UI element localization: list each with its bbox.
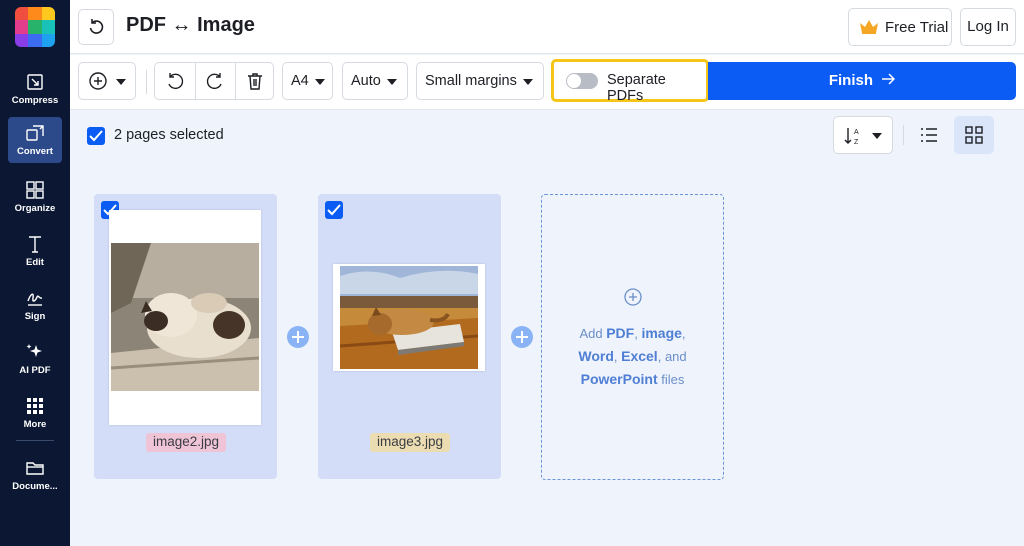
separate-pdfs-toggle[interactable] <box>566 73 598 89</box>
add-file-dropdown[interactable] <box>78 62 136 100</box>
sidebar-item-documents[interactable]: Docume... <box>8 452 62 498</box>
sidebar-item-label: Sign <box>24 311 46 322</box>
free-trial-label: Free Trial <box>885 19 949 36</box>
finish-label: Finish <box>828 72 873 89</box>
chevron-down-icon <box>523 79 533 85</box>
folder-icon <box>26 462 44 475</box>
sidebar-item-organize[interactable]: Organize <box>8 174 62 220</box>
sidebar: Compress Convert Organize Edit Sign AI P… <box>0 0 70 546</box>
sidebar-item-label: AI PDF <box>19 365 51 376</box>
edit-icon <box>29 236 41 253</box>
svg-text:A: A <box>854 129 859 136</box>
undo-icon <box>89 19 104 34</box>
rotate-delete-group <box>154 62 274 100</box>
undo-button[interactable] <box>78 9 114 45</box>
file-checkbox[interactable] <box>325 201 343 219</box>
header: PDF ↔ Image Free Trial Log In <box>70 0 1024 54</box>
file-name-tag: image3.jpg <box>370 433 451 452</box>
select-all-checkbox[interactable] <box>87 127 105 145</box>
check-icon <box>89 130 103 142</box>
grid-icon <box>965 126 983 144</box>
view-divider <box>903 125 904 145</box>
app-logo[interactable] <box>15 7 55 47</box>
rotate-left-icon <box>168 73 184 90</box>
svg-text:Z: Z <box>854 139 859 146</box>
crown-icon <box>860 20 878 34</box>
sidebar-item-label: Edit <box>26 257 44 268</box>
page-size-value: A4 <box>291 73 309 89</box>
trash-icon <box>248 73 262 90</box>
page-title: PDF ↔ Image <box>126 14 255 36</box>
rotate-right-icon <box>206 73 222 90</box>
sidebar-item-convert[interactable]: Convert <box>8 117 62 163</box>
insert-between-button[interactable] <box>287 326 309 348</box>
more-grid-icon <box>27 398 43 414</box>
file-name-tag: image2.jpg <box>146 433 227 452</box>
finish-button[interactable]: Finish <box>708 62 1016 100</box>
sort-az-icon: AZ <box>844 128 859 146</box>
chevron-down-icon <box>116 79 126 85</box>
sidebar-divider <box>16 440 54 441</box>
cat-photo <box>340 266 478 369</box>
sidebar-item-label: Docume... <box>12 481 58 492</box>
file-thumbnail <box>109 210 261 425</box>
file-card[interactable]: image3.jpg <box>318 194 501 479</box>
login-button[interactable]: Log In <box>960 8 1016 46</box>
sidebar-item-edit[interactable]: Edit <box>8 228 62 274</box>
free-trial-button[interactable]: Free Trial <box>848 8 952 46</box>
rotate-left-button[interactable] <box>155 63 195 99</box>
sidebar-item-label: Compress <box>11 95 59 106</box>
add-files-dropzone[interactable]: Add PDF, image, Word, Excel, and PowerPo… <box>541 194 724 480</box>
margins-select[interactable]: Small margins <box>416 62 544 100</box>
grid-view-button[interactable] <box>954 116 994 154</box>
convert-icon <box>26 125 44 141</box>
sidebar-item-compress[interactable]: Compress <box>8 66 62 112</box>
orientation-value: Auto <box>351 73 381 89</box>
sort-dropdown[interactable]: AZ <box>833 116 893 154</box>
compress-icon <box>27 74 43 90</box>
separate-pdfs-label: Separate PDFs <box>607 72 666 104</box>
page-size-select[interactable]: A4 <box>282 62 333 100</box>
margins-value: Small margins <box>425 73 517 89</box>
list-view-button[interactable] <box>912 118 946 152</box>
sidebar-item-label: More <box>23 419 47 430</box>
add-circle-icon <box>624 288 642 306</box>
file-thumbnail <box>333 264 485 371</box>
sidebar-item-label: Convert <box>17 146 53 157</box>
sidebar-item-label: Organize <box>14 203 56 214</box>
sidebar-item-ai-pdf[interactable]: AI PDF <box>8 336 62 382</box>
toolbar-divider <box>146 70 147 94</box>
add-files-text: Add PDF, image, Word, Excel, and PowerPo… <box>578 325 687 387</box>
separate-pdfs-toggle-container[interactable]: Separate PDFs <box>551 59 709 104</box>
delete-button[interactable] <box>235 63 275 99</box>
check-icon <box>327 204 341 216</box>
cats-photo <box>111 243 259 391</box>
chevron-down-icon <box>387 79 397 85</box>
file-card[interactable]: image2.jpg <box>94 194 277 479</box>
orientation-select[interactable]: Auto <box>342 62 408 100</box>
chevron-down-icon <box>872 133 882 139</box>
selection-count: 2 pages selected <box>114 127 224 143</box>
add-circle-icon <box>89 72 107 90</box>
sidebar-item-more[interactable]: More <box>8 390 62 436</box>
ai-sparkle-icon <box>26 344 42 357</box>
sidebar-item-sign[interactable]: Sign <box>8 282 62 328</box>
sign-icon <box>27 293 43 306</box>
arrow-right-icon <box>882 73 896 85</box>
organize-icon <box>26 181 44 199</box>
toggle-knob <box>567 74 581 88</box>
insert-between-button[interactable] <box>511 326 533 348</box>
toolbar: A4 Auto Small margins Separate PDFs Fini… <box>70 55 1024 110</box>
chevron-down-icon <box>315 79 325 85</box>
list-icon <box>921 128 937 142</box>
rotate-right-button[interactable] <box>195 63 235 99</box>
